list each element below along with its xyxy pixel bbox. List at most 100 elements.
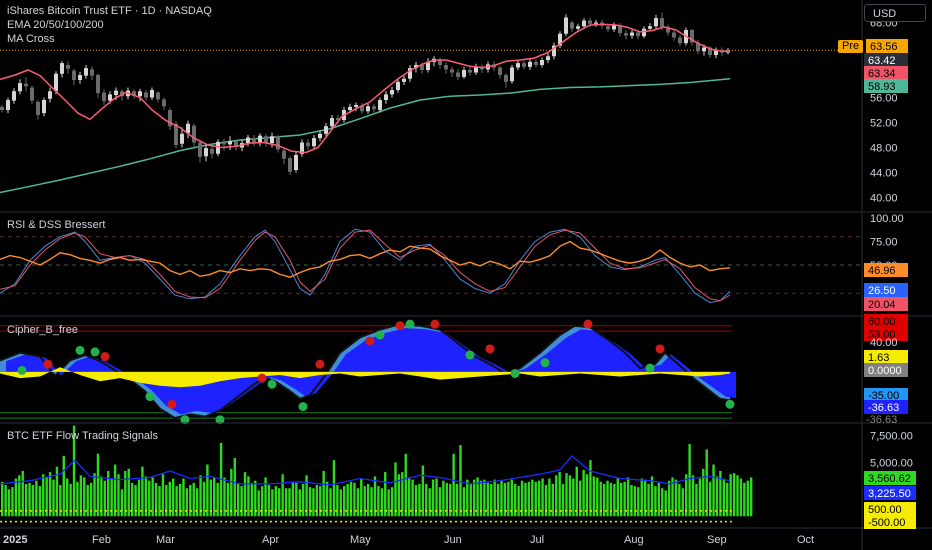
candle-body <box>12 91 16 101</box>
cipher-pane <box>0 319 736 425</box>
flow-bar <box>243 472 247 517</box>
flow-bar <box>332 460 336 517</box>
flow-bar <box>329 488 332 517</box>
candle-body <box>72 70 76 80</box>
flow-bar <box>175 486 178 517</box>
flow-bar <box>202 481 206 517</box>
candle-body <box>246 137 250 144</box>
candle-body <box>318 133 322 139</box>
candle-body <box>654 18 658 27</box>
indicator-ma-cross-label[interactable]: MA Cross <box>7 33 55 45</box>
candle-body <box>156 92 160 100</box>
cipher-dot-red <box>315 359 325 369</box>
candle-body <box>444 65 448 70</box>
currency-button[interactable]: USD <box>864 4 926 22</box>
flow-bar <box>380 488 384 517</box>
cipher-dot-red <box>395 321 405 331</box>
rsi-pane <box>0 228 862 304</box>
flow-bar <box>247 476 250 517</box>
flow-bar <box>736 475 739 517</box>
candle-body <box>294 155 298 170</box>
cipher-dot-green <box>510 368 520 378</box>
candle-body <box>672 32 676 38</box>
flow-bar <box>746 480 749 517</box>
candle-body <box>222 141 226 145</box>
indicator-ema-label[interactable]: EMA 20/50/100/200 <box>7 19 104 31</box>
candle-body <box>312 138 316 147</box>
flow-bar <box>158 486 161 517</box>
flow-bar <box>681 488 684 517</box>
cipher-dot-green <box>405 319 415 329</box>
axes: 68.0064.0060.0056.0052.0048.0044.0040.00… <box>0 0 932 550</box>
candle-body <box>528 61 532 67</box>
candle-body <box>402 78 406 82</box>
candle-body <box>354 105 358 107</box>
candle-body <box>570 22 574 29</box>
x-axis-label: Sep <box>707 534 727 546</box>
candle-body <box>450 69 454 73</box>
flow-bar <box>185 488 189 517</box>
dss-b-value-label: 20.04 <box>868 299 896 311</box>
flow-bar <box>739 478 743 517</box>
flow-bar <box>394 462 397 517</box>
candle-body <box>48 91 52 99</box>
flow-bar <box>404 453 407 517</box>
price-label-last: 63.42 <box>868 55 896 67</box>
flow-bar <box>31 485 35 517</box>
flow-bar <box>257 490 260 517</box>
rsi-pane-title[interactable]: RSI & DSS Bressert <box>7 219 105 231</box>
flow-bar <box>647 483 650 517</box>
candle-body <box>90 69 94 76</box>
candle-body <box>30 87 34 101</box>
flow-bar <box>298 489 301 517</box>
cipher-value-label: 60.00 <box>868 316 896 328</box>
flow-bar <box>48 472 52 517</box>
flow-bar <box>667 480 671 517</box>
flow-bar <box>582 469 585 517</box>
price-label-ema-fast: 63.34 <box>868 68 896 80</box>
candle-body <box>378 100 382 110</box>
flow-bar <box>585 474 589 517</box>
flow-bar <box>366 483 370 517</box>
x-axis-label: Jul <box>530 534 544 546</box>
flow-tick-label: 7,500.00 <box>870 430 913 442</box>
flow-bar <box>592 476 596 517</box>
flow-bar <box>527 481 531 517</box>
flow-bar <box>421 465 425 517</box>
flow-value-label: -500.00 <box>868 517 905 529</box>
flow-bar <box>11 487 14 517</box>
flow-bar <box>743 482 746 517</box>
candle-body <box>192 125 196 143</box>
flow-bar <box>7 489 11 517</box>
flow-bar <box>555 475 558 517</box>
cipher-pane-title[interactable]: Cipher_B_free <box>7 324 78 336</box>
price-label-ema-slow: 58.93 <box>868 81 896 93</box>
flow-bar <box>308 487 312 517</box>
flow-bar <box>568 475 572 517</box>
candle-body <box>198 142 202 157</box>
flow-bar <box>507 481 510 517</box>
candle-body <box>258 135 262 143</box>
rsi-tick-label: 75.00 <box>870 237 898 249</box>
flow-bar <box>384 472 387 517</box>
flow-bar <box>517 486 520 517</box>
flow-bar <box>127 468 130 517</box>
flow-bar <box>79 475 83 517</box>
candle-body <box>324 126 328 134</box>
candle-body <box>498 67 502 75</box>
rsi-tick-label: 100.00 <box>870 213 904 225</box>
cipher-dot-green <box>75 345 85 355</box>
flow-bar <box>390 487 394 517</box>
flow-bar <box>124 470 127 517</box>
flow-bar <box>431 479 435 517</box>
flow-pane-title[interactable]: BTC ETF Flow Trading Signals <box>7 430 158 442</box>
flow-bar <box>120 489 124 517</box>
cipher-dot-green <box>725 399 735 409</box>
candle-body <box>162 99 166 107</box>
candle-body <box>348 106 352 110</box>
candle-body <box>390 90 394 95</box>
candle-body <box>42 100 46 114</box>
flow-bar <box>339 489 342 517</box>
flow-bar <box>722 478 726 517</box>
price-tick-label: 52.00 <box>870 118 898 130</box>
